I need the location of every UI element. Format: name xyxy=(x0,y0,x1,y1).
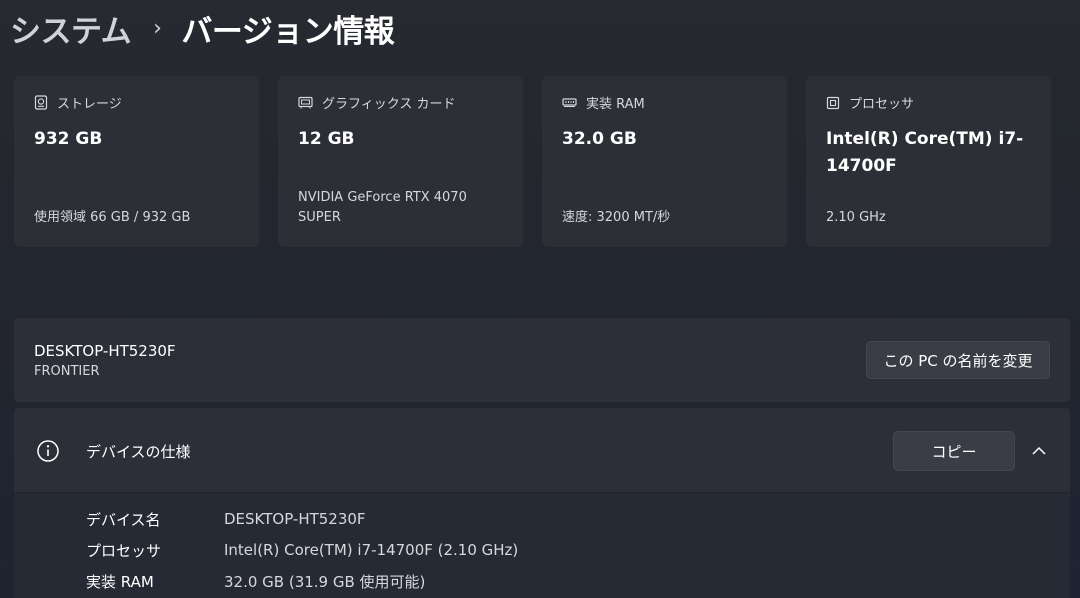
storage-card-value: 932 GB xyxy=(34,129,103,149)
breadcrumb-chevron-icon: › xyxy=(153,15,162,41)
graphics-card-icon xyxy=(298,96,313,109)
pc-name: DESKTOP-HT5230F xyxy=(34,342,176,360)
spec-value: Intel(R) Core(TM) i7-14700F (2.10 GHz) xyxy=(224,541,519,559)
rename-pc-button[interactable]: この PC の名前を変更 xyxy=(866,341,1050,379)
spec-label: プロセッサ xyxy=(86,541,162,560)
device-specs-body: デバイス名 DESKTOP-HT5230F プロセッサ Intel(R) Cor… xyxy=(14,493,1070,598)
pc-name-panel: DESKTOP-HT5230F FRONTIER この PC の名前を変更 xyxy=(14,318,1070,402)
spec-row: 実装 RAM 32.0 GB (31.9 GB 使用可能) xyxy=(86,570,425,592)
graphics-card-header: グラフィックス カード xyxy=(298,93,455,112)
spec-row: デバイス名 DESKTOP-HT5230F xyxy=(86,508,366,530)
spec-value: 32.0 GB (31.9 GB 使用可能) xyxy=(224,572,426,591)
memory-ram-icon xyxy=(562,98,577,107)
storage-card-title: ストレージ xyxy=(57,97,122,112)
page-title: バージョン情報 xyxy=(181,13,395,50)
ram-card-value: 32.0 GB xyxy=(562,129,637,149)
spec-value: DESKTOP-HT5230F xyxy=(224,510,366,528)
storage-card-detail: 使用領域 66 GB / 932 GB xyxy=(34,210,191,225)
processor-chip-icon xyxy=(826,96,840,109)
spec-row: プロセッサ Intel(R) Core(TM) i7-14700F (2.10 … xyxy=(86,539,518,561)
breadcrumb: システム › バージョン情報 xyxy=(10,6,395,51)
storage-card[interactable]: ストレージ 932 GB 使用領域 66 GB / 932 GB xyxy=(14,76,259,247)
device-specs-title: デバイスの仕様 xyxy=(86,443,191,461)
ram-card-header: 実装 RAM xyxy=(562,93,645,112)
ram-card-title: 実装 RAM xyxy=(586,97,645,112)
ram-card[interactable]: 実装 RAM 32.0 GB 速度: 3200 MT/秒 xyxy=(542,76,787,247)
storage-card-header: ストレージ xyxy=(34,93,122,112)
processor-card-value: Intel(R) Core(TM) i7-14700F xyxy=(826,129,1024,176)
chevron-up-icon[interactable] xyxy=(1031,443,1047,459)
pc-model: FRONTIER xyxy=(34,364,100,379)
processor-card-title: プロセッサ xyxy=(849,97,915,112)
processor-card-detail: 2.10 GHz xyxy=(826,210,886,225)
spec-label: デバイス名 xyxy=(86,510,161,529)
spec-label: 実装 RAM xyxy=(86,572,154,591)
copy-specs-button[interactable]: コピー xyxy=(893,431,1015,471)
graphics-card[interactable]: グラフィックス カード 12 GB NVIDIA GeForce RTX 407… xyxy=(278,76,523,247)
graphics-card-detail: NVIDIA GeForce RTX 4070 SUPER xyxy=(298,190,467,225)
processor-card-header: プロセッサ xyxy=(826,93,914,112)
processor-card[interactable]: プロセッサ Intel(R) Core(TM) i7-14700F 2.10 G… xyxy=(806,76,1051,247)
storage-drive-icon xyxy=(34,95,48,110)
graphics-card-value: 12 GB xyxy=(298,129,355,149)
breadcrumb-system-link[interactable]: システム xyxy=(10,6,132,51)
info-icon xyxy=(37,440,59,462)
device-specs-header[interactable]: デバイスの仕様 コピー xyxy=(14,408,1070,492)
ram-card-detail: 速度: 3200 MT/秒 xyxy=(562,210,671,225)
graphics-card-title: グラフィックス カード xyxy=(322,97,456,112)
